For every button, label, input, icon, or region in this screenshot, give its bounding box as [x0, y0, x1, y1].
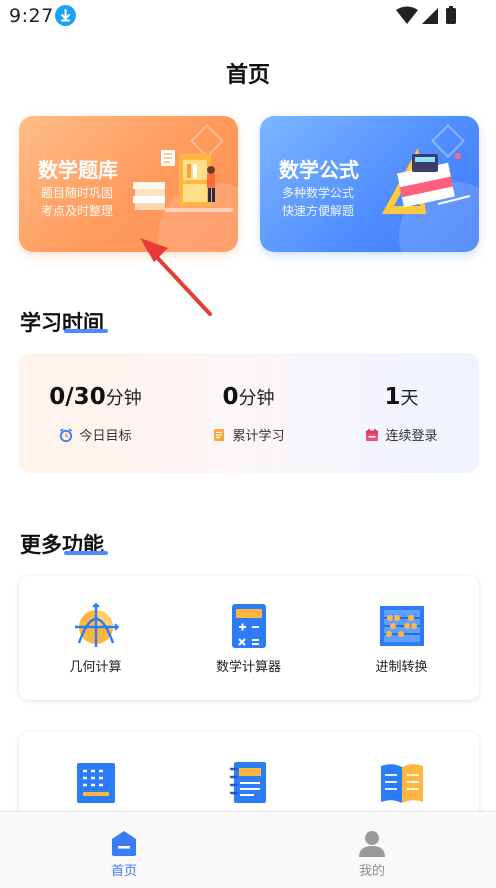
tab-label: 我的: [358, 864, 385, 879]
status-bar: 9:27: [0, 0, 496, 34]
stat-unit: 分钟: [238, 388, 275, 409]
battery-icon: [446, 8, 456, 24]
feature-label: 几何计算: [69, 660, 122, 675]
card-subtitle-line1: 多种数学公式: [282, 186, 355, 200]
card-title: 数学公式: [279, 158, 359, 182]
tab-home[interactable]: 首页: [0, 812, 248, 888]
stat-value: 0: [222, 384, 239, 410]
card-subtitle-line2: 快速方便解题: [282, 204, 355, 218]
calendar-icon: [366, 429, 379, 441]
stat-value: 1: [384, 384, 401, 410]
stat-label: 连续登录: [385, 429, 438, 444]
alarm-clock-icon: [60, 428, 73, 442]
formula-books-illustration-icon: [382, 148, 471, 214]
feature-label: 数学计算器: [215, 660, 281, 675]
bookshelf-illustration-icon: [133, 150, 233, 212]
page-title: 首页: [225, 63, 270, 88]
stat-unit: 分钟: [105, 388, 142, 409]
home-icon: [112, 831, 136, 856]
title-underline: [64, 329, 108, 333]
stat-consecutive-login: 1天 连续登录: [325, 353, 478, 473]
notebook-icon: [229, 762, 266, 803]
study-time-card: 0/30分钟 今日目标 0分钟 累计学习 1天 连续登录: [19, 353, 479, 473]
stat-label: 今日目标: [79, 429, 132, 444]
stat-label: 累计学习: [232, 429, 285, 444]
open-book-icon: [380, 764, 423, 803]
tab-label: 首页: [110, 864, 137, 879]
status-icons: [396, 6, 456, 24]
card-subtitle-line2: 考点及时整理: [41, 204, 114, 218]
abacus-icon: [379, 606, 424, 646]
wifi-icon: [396, 6, 418, 24]
bottom-tab-bar: 首页 我的: [0, 811, 496, 888]
feature-geometry[interactable]: 几何计算: [19, 576, 172, 700]
card-subtitle-line1: 题目随时巩固: [41, 186, 114, 200]
tab-me[interactable]: 我的: [248, 812, 496, 888]
status-time: 9:27: [9, 5, 54, 27]
stat-unit: 天: [400, 388, 419, 409]
document-icon: [214, 429, 225, 441]
download-icon: [55, 5, 76, 26]
signal-icon: [422, 8, 438, 24]
feature-calculator[interactable]: 数学计算器: [172, 576, 325, 700]
math-formula-card[interactable]: 数学公式 多种数学公式 快速方便解题: [260, 116, 479, 252]
card-title: 数学题库: [38, 158, 118, 182]
title-underline: [64, 551, 108, 555]
stat-value: 0/30: [49, 384, 106, 410]
feature-label: 进制转换: [375, 660, 428, 675]
stat-total-study: 0分钟 累计学习: [172, 353, 325, 473]
feature-base-conversion[interactable]: 进制转换: [325, 576, 478, 700]
keypad-icon: [76, 763, 115, 803]
calculator-icon: [231, 604, 266, 648]
red-arrow-annotation: [140, 238, 212, 316]
features-card-row1: 几何计算 数学计算器 进制转换: [19, 576, 479, 700]
geometry-graph-icon: [74, 603, 119, 647]
user-icon: [359, 831, 385, 857]
stat-today-goal: 0/30分钟 今日目标: [19, 353, 172, 473]
